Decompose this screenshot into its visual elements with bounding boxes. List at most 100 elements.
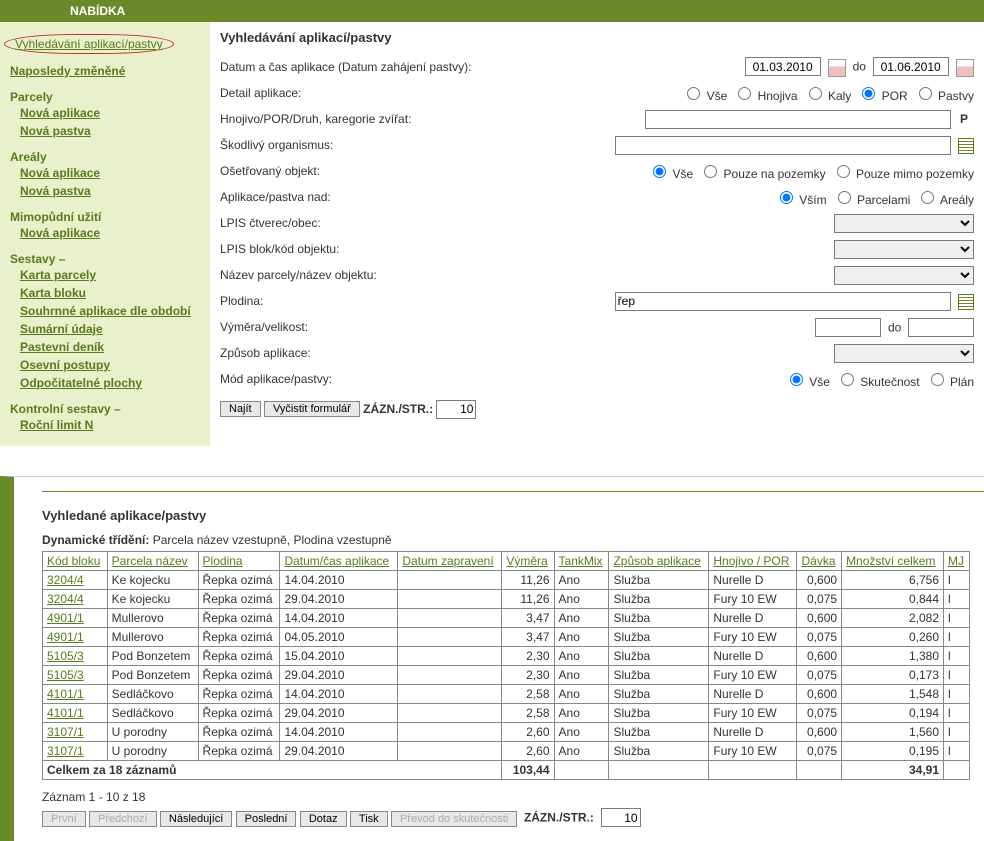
sidebar-top-link[interactable]: Vyhledávání aplikací/pastvy [4, 34, 174, 54]
sidebar-sestavy-item[interactable]: Sumární údaje [20, 322, 103, 336]
lpis-bl-select[interactable] [834, 240, 974, 259]
radio-mod[interactable]: Vše [785, 375, 830, 389]
sidebar-sestavy-item[interactable]: Osevní postupy [20, 358, 110, 372]
find-button[interactable]: Najít [220, 401, 261, 417]
zpusob-select[interactable] [834, 344, 974, 363]
sidebar-arealy-new-app[interactable]: Nová aplikace [20, 166, 100, 180]
cell: 3,47 [502, 628, 554, 647]
sidebar-parcely-new-app[interactable]: Nová aplikace [20, 106, 100, 120]
col-header[interactable]: Datum/čas aplikace [280, 552, 398, 571]
cell: l [944, 742, 970, 761]
lpis-ct-select[interactable] [834, 214, 974, 233]
cell: Služba [609, 723, 709, 742]
vymera-from-input[interactable] [815, 318, 881, 337]
results-heading: Vyhledané aplikace/pastvy [42, 508, 970, 523]
sort-label: Dynamické třídění: [42, 533, 149, 547]
last-button[interactable]: Poslední [236, 811, 297, 827]
radio-detail[interactable]: Hnojiva [733, 89, 797, 103]
col-header[interactable]: Množství celkem [842, 552, 944, 571]
col-header[interactable]: Dávka [797, 552, 842, 571]
block-link[interactable]: 4901/1 [47, 630, 84, 644]
sidebar-kontrol-head: Kontrolní sestavy – [10, 392, 200, 416]
calendar-icon[interactable] [956, 59, 974, 77]
sidebar-sestavy-item[interactable]: Karta bloku [20, 286, 86, 300]
cell: 0,600 [797, 571, 842, 590]
pager-records-input[interactable] [601, 808, 641, 827]
col-header[interactable]: TankMix [554, 552, 609, 571]
list-icon[interactable] [958, 294, 974, 310]
convert-button[interactable]: Převod do skutečnosti [391, 811, 517, 827]
radio-detail[interactable]: POR [857, 89, 907, 103]
block-link[interactable]: 4101/1 [47, 687, 84, 701]
col-header[interactable]: MJ [944, 552, 970, 571]
cell: U porodny [107, 723, 198, 742]
col-header[interactable]: Parcela název [107, 552, 198, 571]
sidebar-sestavy-item[interactable]: Pastevní deník [20, 340, 104, 354]
radio-nad[interactable]: Vším [775, 193, 827, 207]
hnoj-input[interactable] [645, 110, 951, 129]
cell: 0,194 [842, 704, 944, 723]
next-button[interactable]: Následující [160, 811, 232, 827]
cell: Řepka ozimá [198, 628, 280, 647]
nazev-select[interactable] [834, 266, 974, 285]
radio-detail[interactable]: Pastvy [914, 89, 974, 103]
radio-nad[interactable]: Parcelami [833, 193, 911, 207]
block-link[interactable]: 5105/3 [47, 649, 84, 663]
table-row: 5105/3Pod BonzetemŘepka ozimá29.04.20102… [43, 666, 970, 685]
cell: Služba [609, 685, 709, 704]
block-link[interactable]: 4101/1 [47, 706, 84, 720]
block-link[interactable]: 3204/4 [47, 573, 84, 587]
sidebar-kontrol-item[interactable]: Roční limit N [20, 418, 93, 432]
block-link[interactable]: 5105/3 [47, 668, 84, 682]
radio-oset[interactable]: Pouze na pozemky [699, 167, 825, 181]
date-from-input[interactable] [745, 57, 821, 76]
label-date: Datum a čas aplikace (Datum zahájení pas… [220, 60, 540, 74]
cell: l [944, 704, 970, 723]
cell: Služba [609, 609, 709, 628]
block-link[interactable]: 3107/1 [47, 725, 84, 739]
col-header[interactable]: Výměra [502, 552, 554, 571]
cell: 0,075 [797, 628, 842, 647]
radio-nad[interactable]: Areály [916, 193, 974, 207]
list-icon[interactable] [958, 138, 974, 154]
cell: 2,60 [502, 723, 554, 742]
sidebar-sestavy-item[interactable]: Souhrnné aplikace dle období [20, 304, 191, 318]
query-button[interactable]: Dotaz [300, 811, 347, 827]
radio-oset[interactable]: Pouze mimo pozemky [832, 167, 974, 181]
calendar-icon[interactable] [828, 59, 846, 77]
skod-input[interactable] [615, 136, 951, 155]
sidebar-recent[interactable]: Naposledy změněné [10, 64, 125, 78]
block-link[interactable]: 4901/1 [47, 611, 84, 625]
sidebar-mimo-new-app[interactable]: Nová aplikace [20, 226, 100, 240]
first-button[interactable]: První [42, 811, 86, 827]
radio-oset[interactable]: Vše [648, 167, 693, 181]
col-header[interactable]: Kód bloku [43, 552, 108, 571]
radio-mod[interactable]: Plán [926, 375, 974, 389]
radio-detail[interactable]: Kaly [804, 89, 852, 103]
radio-detail[interactable]: Vše [682, 89, 727, 103]
col-header[interactable]: Hnojivo / POR [709, 552, 797, 571]
prev-button[interactable]: Předchozí [89, 811, 157, 827]
vymera-to-input[interactable] [908, 318, 974, 337]
col-header[interactable]: Plodina [198, 552, 280, 571]
clear-button[interactable]: Vyčistit formulář [264, 401, 360, 417]
radio-mod[interactable]: Skutečnost [836, 375, 920, 389]
sidebar-sestavy-item[interactable]: Karta parcely [20, 268, 96, 282]
block-link[interactable]: 3204/4 [47, 592, 84, 606]
date-to-input[interactable] [873, 57, 949, 76]
table-row: 3107/1U porodnyŘepka ozimá29.04.20102,60… [43, 742, 970, 761]
sidebar-sestavy-item[interactable]: Odpočitatelné plochy [20, 376, 142, 390]
block-link[interactable]: 3107/1 [47, 744, 84, 758]
print-button[interactable]: Tisk [350, 811, 388, 827]
totals-row: Celkem za 18 záznamů 103,44 34,91 [43, 761, 970, 780]
cell [398, 571, 502, 590]
col-header[interactable]: Způsob aplikace [609, 552, 709, 571]
cell: Fury 10 EW [709, 628, 797, 647]
pager-info: Záznam 1 - 10 z 18 [42, 790, 970, 804]
plodina-input[interactable] [615, 292, 951, 311]
sidebar-arealy-new-past[interactable]: Nová pastva [20, 184, 91, 198]
records-input[interactable] [436, 400, 476, 419]
cell: Řepka ozimá [198, 742, 280, 761]
sidebar-parcely-new-past[interactable]: Nová pastva [20, 124, 91, 138]
col-header[interactable]: Datum zapravení [398, 552, 502, 571]
